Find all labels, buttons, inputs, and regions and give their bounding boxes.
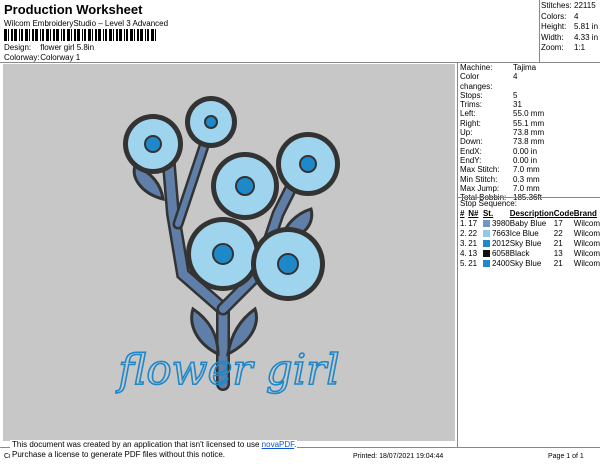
design-preview: flower girl [3, 64, 455, 441]
detail-left: Left: 55.0 mm [460, 109, 545, 119]
panel-divider [457, 62, 458, 447]
detail-down: Down: 73.8 mm [460, 137, 545, 147]
row-description: Ice Blue [509, 228, 539, 238]
row-brand: Wilcom [573, 218, 600, 228]
color-swatch [482, 229, 490, 237]
stop-sequence-table: # N# St. Description Code Brand 1. 17 3980… [460, 209, 600, 268]
row-code: 22 [553, 228, 563, 238]
row-description: Baby Blue [509, 218, 547, 228]
detail-max-stitch: Max Stitch: 7.0 mm [460, 165, 540, 175]
color-swatch [482, 249, 490, 257]
design-row: Design: flower girl 5.8in [4, 43, 94, 52]
table-header-row: # N# St. Description Code Brand [460, 209, 600, 218]
page-number: Page 1 of 1 [548, 453, 584, 460]
detail-min-stitch: Min Stitch: 0.3 mm [460, 174, 540, 184]
detail-max-jump: Max Jump: 7.0 mm [460, 183, 540, 193]
row-stitches: 2012 [482, 238, 510, 248]
stop-sequence: Stop Sequence: # N# St. Description Code… [460, 199, 600, 268]
col-needle: N# [468, 209, 479, 218]
detail-right: Right: 55.1 mm [460, 118, 545, 128]
row-num: 1. [460, 218, 467, 228]
detail-trims: Trims: 31 [460, 100, 522, 110]
col-code: Code [553, 209, 574, 218]
col-stitches: St. [482, 209, 494, 218]
design-value: flower girl 5.8in [40, 43, 95, 52]
printed-timestamp: Printed: 18/07/2021 19:04:44 [353, 453, 444, 460]
row-code: 21 [553, 258, 563, 268]
machine-details: Machine: Tajima Color changes: 4 Stops: 5 T… [460, 63, 600, 202]
row-description: Black [509, 248, 530, 258]
stat-width: Width: 4.33 in [541, 32, 599, 42]
table-row: 2. 22 7663 Ice Blue 22 Wilcom [460, 228, 600, 238]
color-swatch [482, 219, 490, 227]
software-subtitle: Wilcom EmbroideryStudio – Level 3 Advanc… [4, 19, 169, 28]
row-needle: 13 [468, 248, 478, 258]
row-brand: Wilcom [573, 228, 600, 238]
stat-colors: Colors: 4 [541, 11, 579, 21]
stat-stitches: Stitches: 22115 [541, 1, 596, 10]
color-swatch [482, 239, 490, 247]
novapdf-link[interactable]: novaPDF [262, 440, 294, 449]
table-row: 4. 13 6058 Black 13 Wilcom [460, 248, 600, 258]
col-num: # [460, 209, 465, 218]
row-brand: Wilcom [573, 258, 600, 268]
production-worksheet: Production Worksheet Wilcom EmbroiderySt… [0, 0, 600, 464]
row-description: Sky Blue [509, 238, 542, 248]
detail-color-changes: Color changes: 4 [460, 72, 518, 91]
stat-zoom: Zoom: 1:1 [541, 43, 586, 52]
row-needle: 21 [468, 238, 478, 248]
barcode [4, 29, 156, 41]
stats-divider [539, 0, 540, 62]
table-row: 5. 21 2400 Sky Blue 21 Wilcom [460, 258, 600, 268]
row-code: 13 [553, 248, 563, 258]
row-stitches: 7663 [482, 228, 510, 238]
design-stats: Stitches: 22115 Colors: 4 Height: 5.81 in W… [541, 1, 598, 54]
table-row: 3. 21 2012 Sky Blue 21 Wilcom [460, 238, 600, 248]
colorway-label: Colorway: [4, 53, 40, 62]
colorway-value: Colorway 1 [40, 53, 81, 62]
detail-endx: EndX: 0.00 in [460, 146, 538, 156]
design-lettering: flower girl [115, 345, 339, 394]
detail-machine: Machine: Tajima [460, 63, 537, 72]
row-num: 5. [460, 258, 467, 268]
design-label: Design: [4, 43, 32, 52]
col-description: Description [509, 209, 554, 218]
color-swatch [482, 259, 490, 267]
stat-height: Height: 5.81 in [541, 22, 599, 31]
row-needle: 21 [468, 258, 478, 268]
row-needle: 17 [468, 218, 478, 228]
row-num: 3. [460, 238, 467, 248]
row-stitches: 3980 [482, 218, 510, 228]
page-title: Production Worksheet [4, 2, 143, 17]
row-brand: Wilcom [573, 248, 600, 258]
detail-endy: EndY: 0.00 in [460, 155, 538, 165]
embroidery-design-image: flower girl [115, 96, 340, 395]
col-brand: Brand [573, 209, 597, 218]
row-stitches: 6058 [482, 248, 510, 258]
row-code: 17 [553, 218, 563, 228]
row-num: 2. [460, 228, 467, 238]
license-notice: This document was created by an applicat… [10, 440, 297, 462]
detail-up: Up: 73.8 mm [460, 128, 545, 138]
notice-line-2: Purchase a license to generate PDF files… [12, 450, 225, 459]
stop-sequence-title: Stop Sequence: [460, 199, 517, 208]
table-row: 1. 17 3980 Baby Blue 17 Wilcom [460, 218, 600, 228]
sequence-divider [457, 197, 600, 198]
row-stitches: 2400 [482, 258, 510, 268]
detail-stops: Stops: 5 [460, 90, 518, 100]
row-num: 4. [460, 248, 467, 258]
row-brand: Wilcom [573, 238, 600, 248]
row-description: Sky Blue [509, 258, 542, 268]
flowers [123, 96, 340, 301]
row-needle: 22 [468, 228, 478, 238]
notice-line-1: This document was created by an applicat… [12, 440, 297, 449]
row-code: 21 [553, 238, 563, 248]
colorway-row: Colorway: Colorway 1 [4, 53, 80, 62]
